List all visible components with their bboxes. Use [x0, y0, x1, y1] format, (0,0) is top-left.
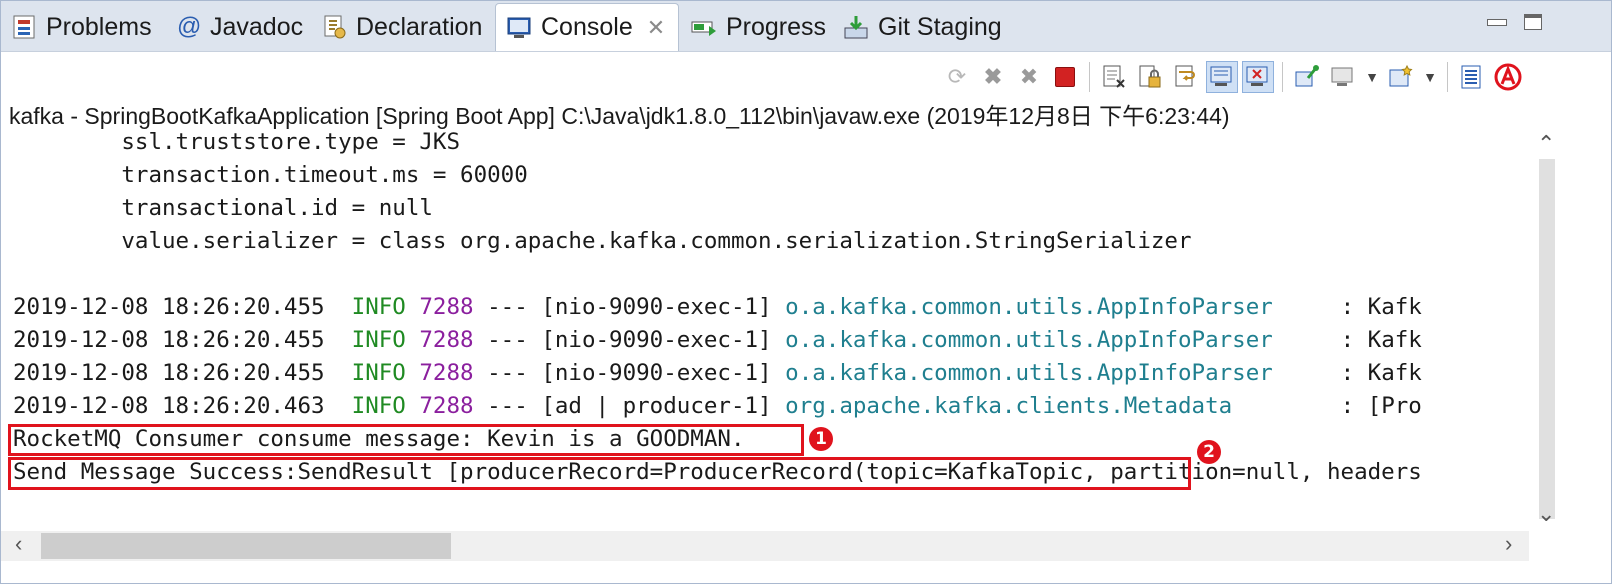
toolbar-separator — [1447, 62, 1448, 92]
chevron-down-icon[interactable]: ▼ — [1363, 61, 1381, 93]
log-timestamp: 2019-12-08 18:26:20.455 — [13, 294, 325, 320]
stop-icon[interactable] — [1049, 61, 1081, 93]
clear-console-icon[interactable] — [1098, 61, 1130, 93]
tab-label: Javadoc — [210, 12, 304, 41]
log-thread: [ad | producer-1] — [541, 393, 772, 419]
display-selected-console-icon[interactable] — [1327, 61, 1359, 93]
remove-all-terminated-icon[interactable]: ✖ — [1013, 61, 1045, 93]
log-separator: --- — [487, 294, 528, 320]
log-pid: 7288 — [419, 360, 474, 386]
terminate-icon[interactable]: ✖ — [977, 61, 1009, 93]
annotation-marker-1: 1 — [809, 427, 833, 451]
annotation-marker-2: 2 — [1197, 440, 1221, 464]
view-tab-bar: Problems @ Javadoc Declaration Console ✕… — [1, 1, 1611, 52]
horizontal-scrollbar[interactable]: ‹ › — [1, 531, 1529, 561]
log-pid: 7288 — [419, 294, 474, 320]
tab-javadoc[interactable]: @ Javadoc — [177, 7, 303, 47]
toolbar-separator — [1089, 62, 1090, 92]
declaration-icon — [321, 14, 347, 40]
chevron-down-icon[interactable]: ▼ — [1421, 61, 1439, 93]
config-line: transaction.timeout.ms = 60000 — [13, 162, 528, 188]
log-thread: [nio-9090-exec-1] — [541, 294, 772, 320]
problems-icon — [11, 14, 37, 40]
tab-progress[interactable]: Progress — [691, 7, 826, 47]
tab-label: Console — [541, 13, 633, 41]
highlight-box-1 — [8, 424, 804, 456]
console-output[interactable]: ssl.truststore.type = JKS transaction.ti… — [1, 129, 1529, 531]
minimize-button[interactable] — [1485, 13, 1507, 33]
process-label: kafka - SpringBootKafkaApplication [Spri… — [9, 103, 1230, 129]
toolbar-separator — [1282, 62, 1283, 92]
log-line: 2019-12-08 18:26:20.463 INFO 7288 --- [a… — [13, 390, 1422, 423]
log-level: INFO — [351, 360, 406, 386]
log-pid: 7288 — [419, 393, 474, 419]
view-menu-icon[interactable] — [1456, 61, 1488, 93]
tab-declaration[interactable]: Declaration — [321, 7, 482, 47]
git-staging-icon — [843, 14, 869, 40]
log-thread: [nio-9090-exec-1] — [541, 327, 772, 353]
log-line: 2019-12-08 18:26:20.455 INFO 7288 --- [n… — [13, 357, 1422, 390]
log-logger: o.a.kafka.common.utils.AppInfoParser — [785, 327, 1273, 353]
eclipse-console-view: Problems @ Javadoc Declaration Console ✕… — [0, 0, 1612, 584]
log-separator: --- — [487, 360, 528, 386]
config-line: ssl.truststore.type = JKS — [13, 129, 461, 155]
scroll-lock-icon[interactable] — [1134, 61, 1166, 93]
console-toolbar: ⟳ ✖ ✖ ▼ ▼ — [941, 57, 1524, 97]
log-timestamp: 2019-12-08 18:26:20.455 — [13, 360, 325, 386]
at-icon: @ — [177, 13, 202, 40]
config-line: transactional.id = null — [13, 195, 433, 221]
show-console-on-stdout-icon[interactable] — [1206, 61, 1238, 93]
log-logger: org.apache.kafka.clients.Metadata — [785, 393, 1233, 419]
log-logger: o.a.kafka.common.utils.AppInfoParser — [785, 294, 1273, 320]
tab-label: Git Staging — [878, 12, 1002, 41]
logo-icon[interactable] — [1492, 61, 1524, 93]
log-logger: o.a.kafka.common.utils.AppInfoParser — [785, 360, 1273, 386]
log-thread: [nio-9090-exec-1] — [541, 360, 772, 386]
scroll-down-icon[interactable]: ⌄ — [1537, 501, 1555, 527]
open-console-icon[interactable] — [1385, 61, 1417, 93]
show-console-on-stderr-icon[interactable] — [1242, 61, 1274, 93]
log-separator: --- — [487, 327, 528, 353]
horizontal-scroll-thumb[interactable] — [41, 533, 451, 559]
tab-problems[interactable]: Problems — [11, 7, 152, 47]
refresh-icon[interactable]: ⟳ — [941, 61, 973, 93]
log-pid: 7288 — [419, 327, 474, 353]
log-timestamp: 2019-12-08 18:26:20.455 — [13, 327, 325, 353]
vertical-scroll-thumb[interactable] — [1539, 159, 1555, 519]
scroll-right-icon[interactable]: › — [1505, 531, 1512, 557]
tab-git-staging[interactable]: Git Staging — [843, 7, 1002, 47]
log-level: INFO — [351, 393, 406, 419]
log-message: : Kafk — [1340, 360, 1422, 386]
log-line: 2019-12-08 18:26:20.455 INFO 7288 --- [n… — [13, 291, 1422, 324]
tab-label: Problems — [46, 12, 152, 41]
maximize-button[interactable] — [1523, 13, 1545, 33]
tab-console[interactable]: Console ✕ — [495, 3, 679, 51]
log-level: INFO — [351, 294, 406, 320]
vertical-scrollbar[interactable]: ⌃ ⌄ — [1529, 129, 1563, 531]
log-separator: --- — [487, 393, 528, 419]
tab-label: Declaration — [356, 12, 483, 41]
log-message: : Kafk — [1340, 327, 1422, 353]
log-line: 2019-12-08 18:26:20.455 INFO 7288 --- [n… — [13, 324, 1422, 357]
log-message: : [Pro — [1340, 393, 1422, 419]
config-line: value.serializer = class org.apache.kafk… — [13, 228, 1192, 254]
log-level: INFO — [351, 327, 406, 353]
tab-label: Progress — [726, 12, 827, 41]
scroll-up-icon[interactable]: ⌃ — [1537, 131, 1555, 157]
log-message: : Kafk — [1340, 294, 1422, 320]
pin-console-icon[interactable] — [1291, 61, 1323, 93]
word-wrap-icon[interactable] — [1170, 61, 1202, 93]
scroll-left-icon[interactable]: ‹ — [15, 531, 22, 557]
console-icon — [506, 15, 532, 41]
highlight-box-2 — [8, 457, 1191, 490]
log-timestamp: 2019-12-08 18:26:20.463 — [13, 393, 325, 419]
close-icon[interactable]: ✕ — [647, 15, 665, 41]
progress-icon — [691, 14, 717, 40]
